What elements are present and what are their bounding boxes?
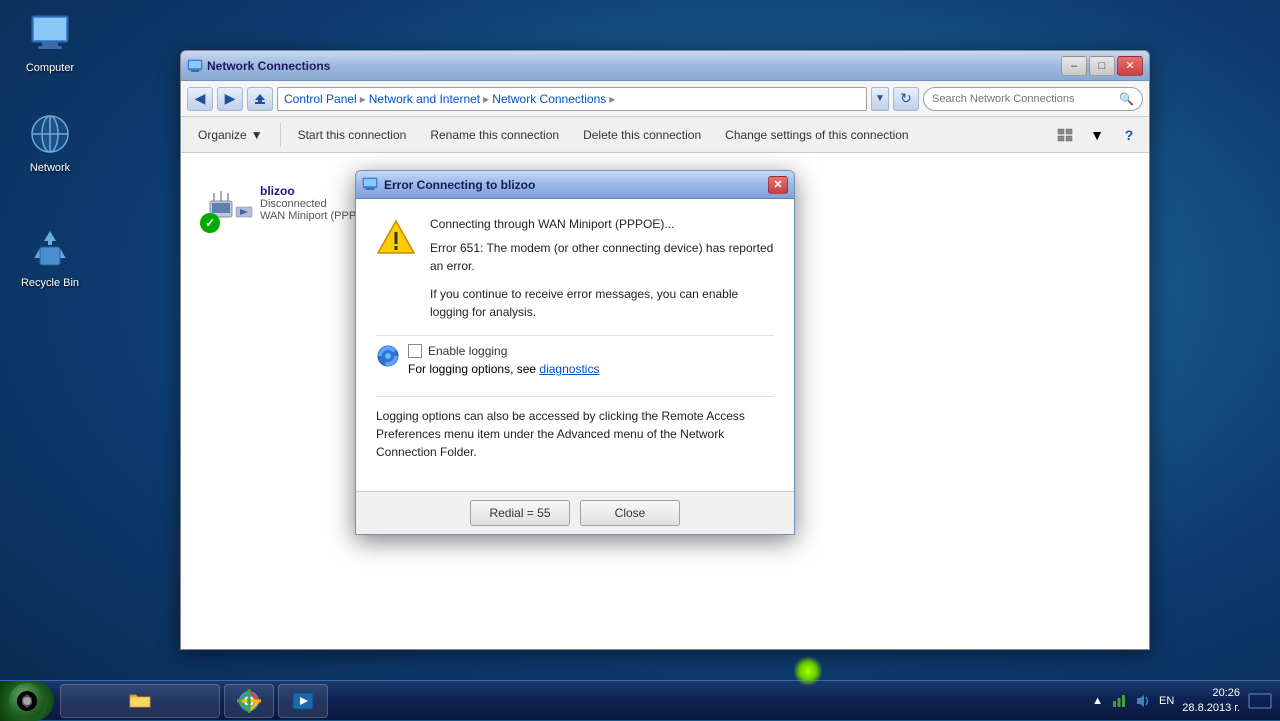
change-settings-label: Change settings of this connection bbox=[725, 128, 908, 142]
logging-row: Enable logging bbox=[408, 344, 774, 358]
clock-date: 28.8.2013 г. bbox=[1182, 701, 1240, 715]
window-controls: – □ ✕ bbox=[1061, 56, 1143, 76]
taskbar-media-button[interactable] bbox=[278, 684, 328, 718]
enable-logging-label: Enable logging bbox=[428, 344, 507, 358]
up-button[interactable] bbox=[247, 87, 273, 111]
search-input[interactable] bbox=[932, 93, 1115, 105]
desktop-icon-recycle[interactable]: Recycle Bin bbox=[10, 225, 90, 289]
taskbar-folder-icon bbox=[128, 689, 152, 713]
back-button[interactable]: ◀ bbox=[187, 87, 213, 111]
taskbar-media-icon bbox=[291, 689, 315, 713]
desktop-icon-computer-label: Computer bbox=[26, 62, 74, 74]
dialog-footer: Redial = 55 Close bbox=[356, 491, 794, 534]
dialog-messages: Connecting through WAN Miniport (PPPOE).… bbox=[430, 215, 774, 321]
toolbar-separator-1 bbox=[280, 123, 281, 147]
logging-link-pre: For logging options, see bbox=[408, 362, 539, 376]
change-settings-button[interactable]: Change settings of this connection bbox=[714, 121, 919, 149]
view-dropdown-button[interactable]: ▼ bbox=[1083, 123, 1111, 147]
maximize-button[interactable]: □ bbox=[1089, 56, 1115, 76]
dialog-error-msg: Error 651: The modem (or other connectin… bbox=[430, 239, 774, 275]
dialog-title-text: Error Connecting to blizoo bbox=[384, 178, 768, 192]
dialog-remote-section: Logging options can also be accessed by … bbox=[376, 396, 774, 475]
tray-network-icon bbox=[1111, 693, 1127, 709]
window-title-text: Network Connections bbox=[207, 59, 1061, 73]
delete-connection-button[interactable]: Delete this connection bbox=[572, 121, 712, 149]
logging-content: Enable logging For logging options, see … bbox=[408, 344, 774, 376]
minimize-button[interactable]: – bbox=[1061, 56, 1087, 76]
desktop-icon-network[interactable]: Network bbox=[10, 110, 90, 174]
start-connection-button[interactable]: Start this connection bbox=[287, 121, 418, 149]
organize-label: Organize bbox=[198, 128, 247, 142]
dialog-close-button[interactable]: ✕ bbox=[768, 176, 788, 194]
desktop: Computer Network Recycle Bin bbox=[0, 0, 1280, 720]
window-titlebar: Network Connections – □ ✕ bbox=[181, 51, 1149, 81]
view-options-button[interactable] bbox=[1051, 123, 1079, 147]
taskbar-explorer-button[interactable] bbox=[60, 684, 220, 718]
dialog-title-icon bbox=[362, 177, 378, 193]
forward-button[interactable]: ▶ bbox=[217, 87, 243, 111]
start-connection-label: Start this connection bbox=[298, 128, 407, 142]
dialog-info-msg: If you continue to receive error message… bbox=[430, 285, 774, 321]
address-dropdown-button[interactable]: ▼ bbox=[871, 87, 889, 111]
window-title-icon bbox=[187, 58, 203, 74]
dialog-titlebar: Error Connecting to blizoo ✕ bbox=[356, 171, 794, 199]
tray-sound-icon bbox=[1135, 693, 1151, 709]
tray-arrow-icon[interactable]: ▲ bbox=[1092, 695, 1103, 707]
organize-arrow-icon: ▼ bbox=[251, 128, 263, 142]
rename-connection-button[interactable]: Rename this connection bbox=[419, 121, 570, 149]
toolbar-right: ▼ ? bbox=[1051, 123, 1143, 147]
taskbar-chrome-button[interactable] bbox=[224, 684, 274, 718]
blizoo-icon-wrapper: ✓ bbox=[200, 173, 260, 233]
tray-show-desktop-icon[interactable] bbox=[1248, 693, 1272, 709]
enable-logging-checkbox[interactable] bbox=[408, 344, 422, 358]
desktop-icon-recycle-label: Recycle Bin bbox=[21, 277, 79, 289]
breadcrumb-networkconnections[interactable]: Network Connections bbox=[492, 92, 606, 106]
error-dialog: Error Connecting to blizoo ✕ Connecting … bbox=[355, 170, 795, 535]
clock-time: 20:26 bbox=[1212, 686, 1240, 700]
language-indicator[interactable]: EN bbox=[1159, 695, 1174, 707]
search-icon: 🔍 bbox=[1119, 92, 1134, 106]
close-button[interactable]: ✕ bbox=[1117, 56, 1143, 76]
desktop-icon-computer[interactable]: Computer bbox=[10, 10, 90, 74]
dialog-close-bottom-button[interactable]: Close bbox=[580, 500, 680, 526]
desktop-icon-network-label: Network bbox=[30, 162, 70, 174]
help-button[interactable]: ? bbox=[1115, 123, 1143, 147]
warning-icon bbox=[376, 217, 416, 257]
address-bar: ◀ ▶ Control Panel ▸ Network and Internet… bbox=[181, 81, 1149, 117]
dialog-body: Connecting through WAN Miniport (PPPOE).… bbox=[356, 199, 794, 491]
dialog-connecting-msg: Connecting through WAN Miniport (PPPOE).… bbox=[430, 215, 774, 233]
start-button[interactable] bbox=[0, 681, 54, 721]
dialog-top-section: Connecting through WAN Miniport (PPPOE).… bbox=[376, 215, 774, 321]
delete-connection-label: Delete this connection bbox=[583, 128, 701, 142]
breadcrumb-networkinternet[interactable]: Network and Internet bbox=[369, 92, 480, 106]
taskbar: ▲ EN 20:26 28.8.2013 г. bbox=[0, 680, 1280, 720]
dialog-logging-section: Enable logging For logging options, see … bbox=[376, 335, 774, 384]
search-box[interactable]: 🔍 bbox=[923, 87, 1143, 111]
system-tray: ▲ EN 20:26 28.8.2013 г. bbox=[1084, 686, 1280, 715]
logging-link-row: For logging options, see diagnostics bbox=[408, 362, 774, 376]
blizoo-status-check-icon: ✓ bbox=[200, 213, 220, 233]
clock[interactable]: 20:26 28.8.2013 г. bbox=[1182, 686, 1240, 715]
taskbar-chrome-icon bbox=[237, 689, 261, 713]
diagnostics-link[interactable]: diagnostics bbox=[539, 362, 599, 376]
start-orb-icon bbox=[9, 683, 45, 719]
rename-connection-label: Rename this connection bbox=[430, 128, 559, 142]
redial-button[interactable]: Redial = 55 bbox=[470, 500, 570, 526]
toolbar: Organize ▼ Start this connection Rename … bbox=[181, 117, 1149, 153]
refresh-button[interactable]: ↻ bbox=[893, 87, 919, 111]
breadcrumb-controlpanel[interactable]: Control Panel bbox=[284, 92, 357, 106]
organize-button[interactable]: Organize ▼ bbox=[187, 121, 274, 149]
logging-icon bbox=[376, 344, 400, 368]
address-path[interactable]: Control Panel ▸ Network and Internet ▸ N… bbox=[277, 87, 867, 111]
